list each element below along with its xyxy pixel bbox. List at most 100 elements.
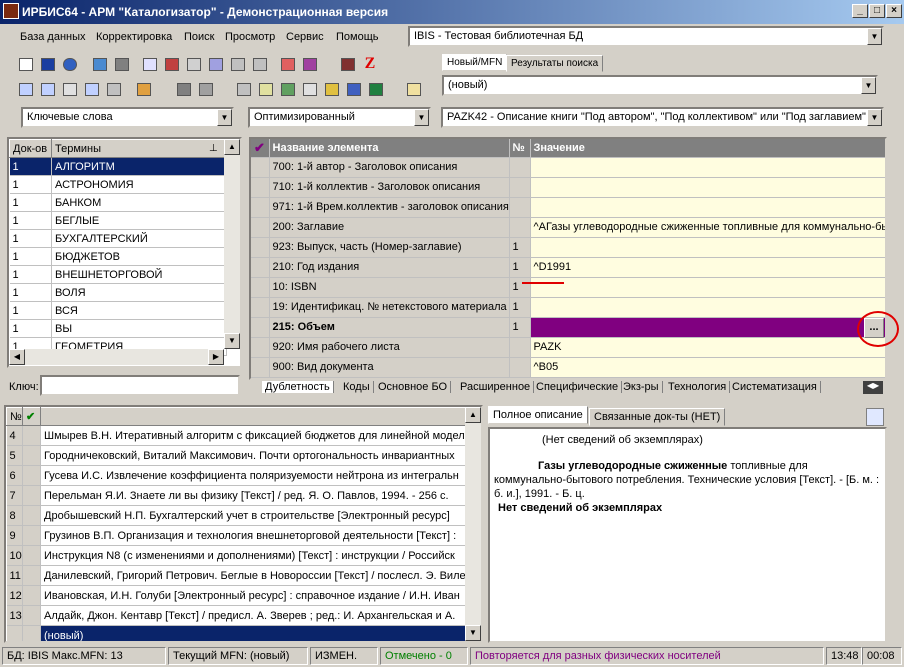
results-scrollbar[interactable]	[465, 407, 481, 641]
result-row[interactable]: 10 Инструкция N8 (с изменениями и дополне…	[6, 545, 469, 566]
terms-header-count[interactable]: Док-ов	[9, 139, 52, 158]
field-value[interactable]	[530, 177, 885, 198]
field-row[interactable]: 210: Год издания 1 ^D1991	[251, 257, 885, 278]
database-select[interactable]: IBIS - Тестовая библиотечная БД ▼	[408, 26, 884, 47]
pen-icon[interactable]	[134, 79, 154, 99]
tab-field-6[interactable]: Технология	[665, 381, 731, 393]
mark-icon[interactable]: ✔	[22, 407, 41, 426]
terms-header-terms[interactable]: Термины	[51, 139, 227, 158]
field-row[interactable]: 19: Идентификац. № нетекстового материал…	[251, 297, 885, 318]
tab-field-0[interactable]: Дублетность	[262, 381, 334, 393]
minimize-button[interactable]: _	[852, 4, 868, 18]
result-mark[interactable]	[22, 545, 41, 566]
z-icon[interactable]: Z	[360, 54, 380, 74]
worksheet-select[interactable]: PAZK42 - Описание книги "Под автором", "…	[441, 107, 884, 128]
scroll-up-icon[interactable]: ▲	[224, 139, 240, 155]
export-icon[interactable]	[278, 54, 298, 74]
insert-icon[interactable]	[184, 54, 204, 74]
delete-icon[interactable]	[250, 54, 270, 74]
terms-hscrollbar[interactable]	[9, 349, 224, 365]
table-row[interactable]: 1 АСТРОНОМИЯ	[9, 175, 227, 194]
menu-edit[interactable]: Корректировка	[96, 31, 172, 43]
grid-icon[interactable]	[162, 54, 182, 74]
stats-icon[interactable]	[38, 79, 58, 99]
tab-new-mfn[interactable]: Новый/MFN	[442, 54, 508, 71]
result-row[interactable]: 13 Алдайк, Джон. Кентавр [Текст] / предис…	[6, 605, 469, 626]
chevron-down-icon[interactable]: ▼	[414, 109, 429, 126]
pin-icon[interactable]: ⊥	[209, 143, 218, 154]
fields-header-value[interactable]: Значение	[530, 139, 885, 158]
tree-icon[interactable]	[104, 79, 124, 99]
view-icon[interactable]	[174, 79, 194, 99]
scroll-down-icon[interactable]: ▼	[224, 333, 240, 349]
result-mark[interactable]	[22, 625, 41, 641]
mode-select[interactable]: Оптимизированный ▼	[248, 107, 431, 128]
tab-field-1[interactable]: Коды	[340, 381, 374, 393]
field-value[interactable]: PAZK	[530, 337, 885, 358]
result-mark[interactable]	[22, 445, 41, 466]
result-row[interactable]: 11 Данилевский, Григорий Петрович. Беглые…	[6, 565, 469, 586]
import-icon[interactable]	[300, 54, 320, 74]
menu-view[interactable]: Просмотр	[225, 31, 275, 43]
menu-service[interactable]: Сервис	[286, 31, 324, 43]
field-row[interactable]: 710: 1-й коллектив - Заголовок описания	[251, 177, 885, 198]
field-value[interactable]: ^AГазы углеводородные сжиженные топливны…	[530, 217, 885, 238]
field-value[interactable]	[530, 277, 885, 298]
field-value[interactable]	[530, 237, 885, 258]
tab-search-results[interactable]: Результаты поиска	[506, 55, 604, 72]
search-type-select[interactable]: Ключевые слова ▼	[21, 107, 234, 128]
results-header-num[interactable]: №	[6, 407, 23, 426]
field-value[interactable]: ^B05	[530, 357, 885, 378]
scroll-right-icon[interactable]: ▶	[208, 349, 224, 365]
result-row[interactable]: 7 Перельман Я.И. Знаете ли вы физику [Тек…	[6, 485, 469, 506]
scroll-left-icon[interactable]: ◀	[9, 349, 25, 365]
tab-field-2[interactable]: Основное БО	[375, 381, 452, 393]
tab-scroll-icon[interactable]: ◀▶	[863, 381, 883, 394]
result-row[interactable]: 4 Шмырев В.Н. Итеративный алгоритм с фикс…	[6, 425, 469, 446]
print-icon[interactable]	[234, 79, 254, 99]
list-icon[interactable]	[206, 54, 226, 74]
result-mark[interactable]	[22, 605, 41, 626]
result-mark[interactable]	[22, 525, 41, 546]
copy-record-icon[interactable]	[140, 54, 160, 74]
save-icon[interactable]	[38, 54, 58, 74]
field-row[interactable]: 215: Объем 1	[251, 317, 885, 338]
table-row[interactable]: 1 ВОЛЯ	[9, 283, 227, 302]
table-row[interactable]: 1 АЛГОРИТМ	[9, 157, 227, 176]
folder-icon[interactable]	[322, 79, 342, 99]
table-row[interactable]: 1 БЮДЖЕТОВ	[9, 247, 227, 266]
form-icon[interactable]	[16, 79, 36, 99]
table-row[interactable]: 1 БАНКОМ	[9, 193, 227, 212]
menu-help[interactable]: Помощь	[336, 31, 379, 43]
word-icon[interactable]	[344, 79, 364, 99]
chat-icon[interactable]	[82, 79, 102, 99]
field-row[interactable]: 923: Выпуск, часть (Номер-заглавие) 1	[251, 237, 885, 258]
card-icon[interactable]	[196, 79, 216, 99]
result-row[interactable]: 5 Городничековский, Виталий Максимович. П…	[6, 445, 469, 466]
table-row[interactable]: 1 ВНЕШНЕТОРГОВОЙ	[9, 265, 227, 284]
field-value[interactable]	[530, 197, 885, 218]
field-row[interactable]: 971: 1-й Врем.коллектив - заголовок опис…	[251, 197, 885, 218]
close-button[interactable]: ×	[886, 4, 902, 18]
maximize-button[interactable]: □	[869, 4, 885, 18]
table-row[interactable]: 1 ВСЯ	[9, 301, 227, 320]
result-mark[interactable]	[22, 465, 41, 486]
result-row[interactable]: 12 Ивановская, И.Н. Голуби [Электронный р…	[6, 585, 469, 606]
excel-icon[interactable]	[366, 79, 386, 99]
result-mark[interactable]	[22, 585, 41, 606]
field-row[interactable]: 10: ISBN 1	[251, 277, 885, 298]
scroll-down-icon[interactable]: ▼	[465, 625, 481, 641]
result-row[interactable]: 9 Грузинов В.П. Организация и технология …	[6, 525, 469, 546]
chevron-down-icon[interactable]: ▼	[861, 77, 876, 94]
key-input[interactable]	[40, 375, 240, 396]
result-mark[interactable]	[22, 565, 41, 586]
mfn-select[interactable]: (новый) ▼	[442, 75, 878, 96]
field-value[interactable]	[530, 317, 885, 338]
edit-icon[interactable]	[228, 54, 248, 74]
result-row[interactable]: (новый)	[6, 625, 469, 641]
menu-search[interactable]: Поиск	[184, 31, 214, 43]
chevron-down-icon[interactable]: ▼	[867, 28, 882, 45]
tab-field-5[interactable]: Экз-ры	[620, 381, 663, 393]
field-row[interactable]: 200: Заглавие ^AГазы углеводородные сжиже…	[251, 217, 885, 238]
pages-icon[interactable]	[300, 79, 320, 99]
